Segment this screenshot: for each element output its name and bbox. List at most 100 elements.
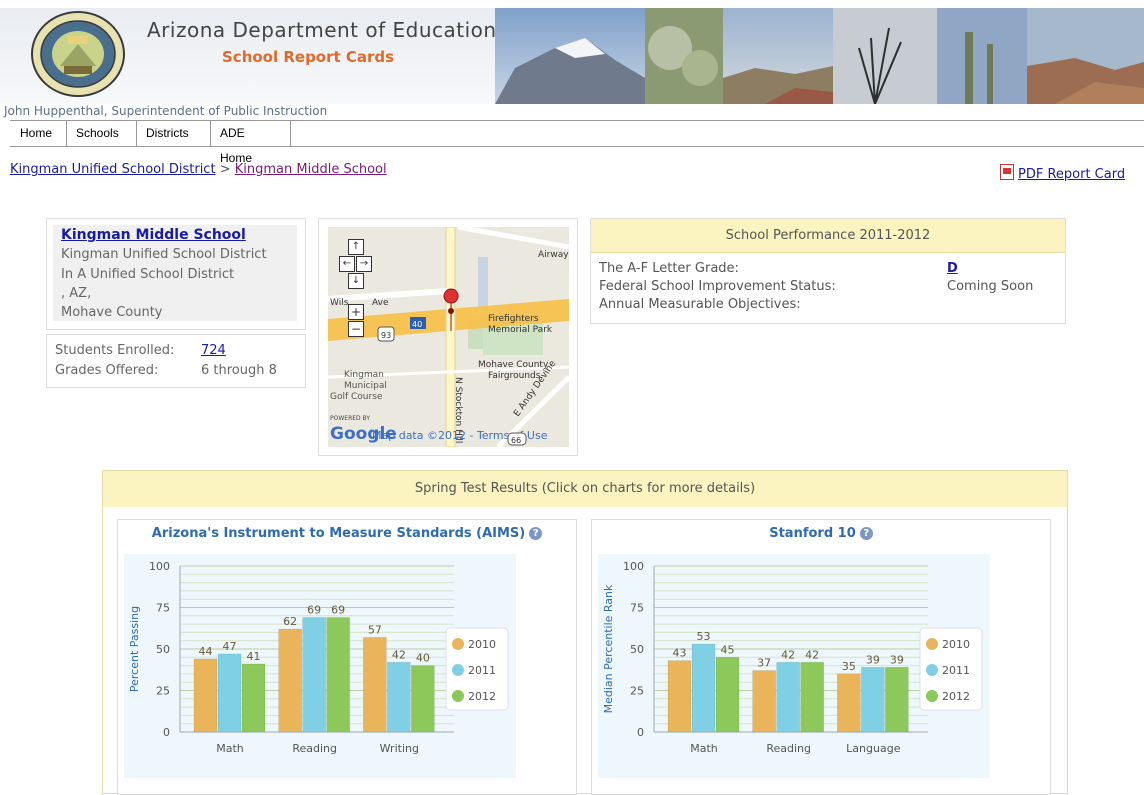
- enrolled-value-link[interactable]: 724: [201, 343, 226, 358]
- enrolled-label: Students Enrolled:: [55, 343, 175, 358]
- school-performance-panel: School Performance 2011-2012 The A-F Let…: [590, 218, 1066, 324]
- bar-value-label: 37: [757, 657, 771, 670]
- legend-swatch: [926, 690, 938, 702]
- bar-value-label: 39: [866, 653, 880, 666]
- bar-reading-2010[interactable]: [278, 628, 302, 733]
- map-pan-right-button[interactable]: →: [356, 256, 372, 272]
- nav-districts[interactable]: Districts: [136, 121, 211, 146]
- map-label-airway: Airway: [538, 250, 569, 260]
- test-results-header: Spring Test Results (Click on charts for…: [103, 471, 1067, 507]
- bar-math-2010[interactable]: [667, 660, 692, 733]
- stanford-chart-title: Stanford 10: [769, 526, 856, 541]
- aims-chart[interactable]: 0 25 50 75 100 Percent Passing 44 47 41 Math 62 69 6…: [124, 554, 516, 778]
- help-icon[interactable]: ?: [529, 527, 543, 540]
- bar-language-2010[interactable]: [837, 673, 861, 733]
- school-name-link[interactable]: Kingman Middle School: [61, 227, 246, 243]
- bar-value-label: 42: [805, 648, 819, 661]
- pdf-report-card-link[interactable]: PDF Report Card: [1018, 167, 1125, 182]
- bar-language-2012[interactable]: [885, 667, 909, 733]
- breadcrumb-separator: >: [219, 162, 231, 177]
- bar-writing-2010[interactable]: [363, 637, 387, 733]
- grades-label: Grades Offered:: [55, 363, 159, 378]
- bar-value-label: 42: [392, 648, 406, 661]
- bar-math-2011[interactable]: [217, 653, 242, 733]
- y-axis-label: Percent Passing: [128, 606, 141, 692]
- legend-swatch: [926, 638, 938, 650]
- bar-value-label: 40: [416, 652, 430, 665]
- bar-math-2012[interactable]: [715, 657, 740, 733]
- enrollment-panel: Students Enrolled: 724 Grades Offered: 6…: [46, 334, 306, 388]
- breadcrumb-school-link[interactable]: Kingman Middle School: [235, 162, 387, 177]
- legend-swatch: [452, 664, 464, 676]
- bar-reading-2011[interactable]: [776, 662, 800, 733]
- svg-text:Memorial Park: Memorial Park: [488, 325, 553, 335]
- test-results-panel: Spring Test Results (Click on charts for…: [102, 470, 1068, 795]
- bar-value-label: 62: [283, 615, 297, 628]
- x-tick-label: Math: [216, 742, 244, 755]
- y-tick-label: 25: [630, 685, 644, 698]
- bar-math-2010[interactable]: [193, 658, 218, 733]
- map-label-us93: 93: [381, 331, 391, 340]
- y-tick-label: 100: [623, 560, 644, 573]
- bar-reading-2010[interactable]: [752, 670, 776, 733]
- bar-value-label: 53: [697, 630, 711, 643]
- map-pan-left-button[interactable]: ←: [339, 256, 355, 272]
- bar-value-label: 44: [199, 645, 213, 658]
- bar-value-label: 39: [890, 653, 904, 666]
- y-tick-label: 50: [156, 643, 170, 656]
- breadcrumb: Kingman Unified School District > Kingma…: [10, 162, 387, 177]
- svg-text:Golf Course: Golf Course: [330, 392, 383, 402]
- map-label-firefighters: Firefighters: [488, 314, 539, 324]
- aims-chart-panel[interactable]: Arizona's Instrument to Measure Standard…: [117, 519, 577, 795]
- aims-chart-title: Arizona's Instrument to Measure Standard…: [151, 526, 526, 541]
- school-map[interactable]: Airway Wils Ave 40 93 Firefighters Memor…: [328, 227, 569, 447]
- stanford-chart[interactable]: 0 25 50 75 100 Median Percentile Rank 43 53 45 Ma…: [598, 554, 990, 778]
- legend-label: 2011: [942, 664, 970, 677]
- bar-reading-2012[interactable]: [800, 662, 824, 733]
- report-cards-subtitle: School Report Cards: [222, 48, 395, 66]
- legend-label: 2012: [942, 690, 970, 703]
- school-info-inner: Kingman Middle School Kingman Unified Sc…: [53, 225, 297, 321]
- bar-value-label: 45: [721, 643, 735, 656]
- school-district-type: In A Unified School District: [61, 267, 235, 282]
- map-label-ave: Ave: [372, 298, 389, 308]
- bar-value-label: 69: [331, 603, 345, 616]
- header-banner: Arizona Department of Education School R…: [0, 0, 1144, 104]
- y-tick-label: 0: [637, 726, 644, 739]
- svg-text:Municipal: Municipal: [344, 381, 387, 391]
- legend-swatch: [926, 664, 938, 676]
- pdf-report-card[interactable]: PDF Report Card: [1000, 162, 1125, 182]
- superintendent-line: John Huppenthal, Superintendent of Publi…: [4, 104, 328, 118]
- map-zoom-out-button[interactable]: −: [348, 321, 364, 337]
- aims-chart-title-row: Arizona's Instrument to Measure Standard…: [118, 526, 576, 541]
- bar-value-label: 69: [307, 603, 321, 616]
- letter-grade-label: The A-F Letter Grade:: [599, 261, 739, 276]
- stanford-chart-panel[interactable]: Stanford 10? 0 25 50 75 100 Median Percentile…: [591, 519, 1051, 795]
- bar-writing-2011[interactable]: [387, 662, 411, 733]
- school-info-panel: Kingman Middle School Kingman Unified Sc…: [46, 218, 306, 330]
- state-seal-logo: [31, 11, 125, 97]
- bar-reading-2012[interactable]: [326, 617, 350, 733]
- bar-math-2012[interactable]: [241, 663, 266, 733]
- nav-schools[interactable]: Schools: [66, 121, 137, 146]
- amo-label: Annual Measurable Objectives:: [599, 297, 801, 312]
- x-tick-label: Math: [690, 742, 718, 755]
- letter-grade-link[interactable]: D: [947, 261, 958, 276]
- map-pan-up-button[interactable]: ↑: [348, 239, 364, 255]
- bar-writing-2012[interactable]: [411, 665, 435, 733]
- breadcrumb-district-link[interactable]: Kingman Unified School District: [10, 162, 216, 177]
- nav-ade-home[interactable]: ADE Home: [210, 121, 291, 165]
- map-powered-by: POWERED BY: [330, 415, 370, 422]
- map-pan-down-button[interactable]: ↓: [348, 273, 364, 289]
- y-tick-label: 25: [156, 685, 170, 698]
- map-label-r66: 66: [511, 436, 521, 445]
- help-icon[interactable]: ?: [859, 527, 873, 540]
- bar-math-2011[interactable]: [691, 643, 716, 733]
- svg-text:Fairgrounds: Fairgrounds: [488, 371, 541, 381]
- map-zoom-in-button[interactable]: +: [348, 304, 364, 320]
- legend-label: 2012: [468, 690, 496, 703]
- bar-language-2011[interactable]: [861, 667, 885, 733]
- nav-home[interactable]: Home: [10, 121, 67, 146]
- landscape-photos: [495, 8, 1144, 104]
- bar-reading-2011[interactable]: [302, 617, 326, 733]
